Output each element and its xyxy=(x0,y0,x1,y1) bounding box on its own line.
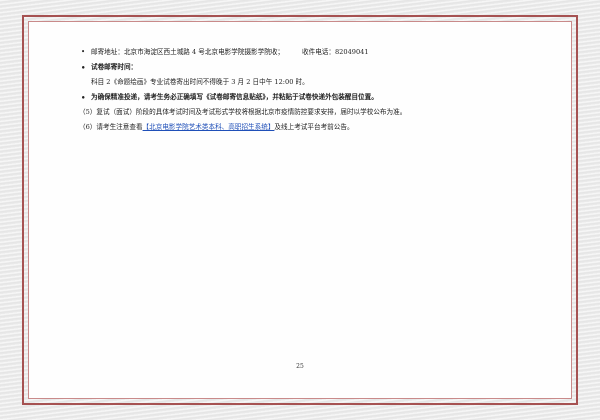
bullet-icon: • xyxy=(81,48,86,56)
page-number: 25 xyxy=(296,363,304,370)
phone-number: 82049041 xyxy=(334,48,369,56)
mail-address: 北京市海淀区西土城路 4 号北京电影学院摄影学院收； xyxy=(123,48,285,56)
deadline-text: 科目 2《命题绘画》专业试卷寄出时间不得晚于 3 月 2 日中午 12:00 时… xyxy=(91,78,309,86)
item-6: （6）请考生注意查看【北京电影学院艺术类本科、高职招生系统】及线上考试平台考前公… xyxy=(79,123,539,132)
deadline-heading: 试卷邮寄时间： xyxy=(91,63,138,71)
phone-label: 收件电话： xyxy=(302,48,335,56)
mail-address-label: 邮寄地址： xyxy=(91,48,124,56)
admission-system-link[interactable]: 【北京电影学院艺术类本科、高职招生系统】 xyxy=(143,123,275,131)
bullet-icon: • xyxy=(81,93,86,102)
delivery-notice-row: • 为确保精准投递，请考生务必正确填写《试卷邮寄信息贴纸》，并粘贴于试卷快递外包… xyxy=(79,93,539,102)
item-6-prefix: （6）请考生注意查看 xyxy=(79,123,143,131)
item-6-suffix: 及线上考试平台考前公告。 xyxy=(274,123,354,131)
document-body: • 邮寄地址：北京市海淀区西土城路 4 号北京电影学院摄影学院收； 收件电话：82… xyxy=(79,48,539,132)
page-frame: • 邮寄地址：北京市海淀区西土城路 4 号北京电影学院摄影学院收； 收件电话：82… xyxy=(22,15,578,405)
deadline-heading-row: • 试卷邮寄时间： xyxy=(79,63,539,72)
mail-address-row: • 邮寄地址：北京市海淀区西土城路 4 号北京电影学院摄影学院收； 收件电话：82… xyxy=(79,48,539,57)
page-sheet: • 邮寄地址：北京市海淀区西土城路 4 号北京电影学院摄影学院收； 收件电话：82… xyxy=(28,21,572,399)
bullet-icon: • xyxy=(81,63,86,72)
delivery-notice: 为确保精准投递，请考生务必正确填写《试卷邮寄信息贴纸》，并粘贴于试卷快递外包装醒… xyxy=(91,93,378,101)
item-5: （5）复试（面试）阶段的具体考试时间及考试形式学校将根据北京市疫情防控要求安排，… xyxy=(79,108,407,116)
